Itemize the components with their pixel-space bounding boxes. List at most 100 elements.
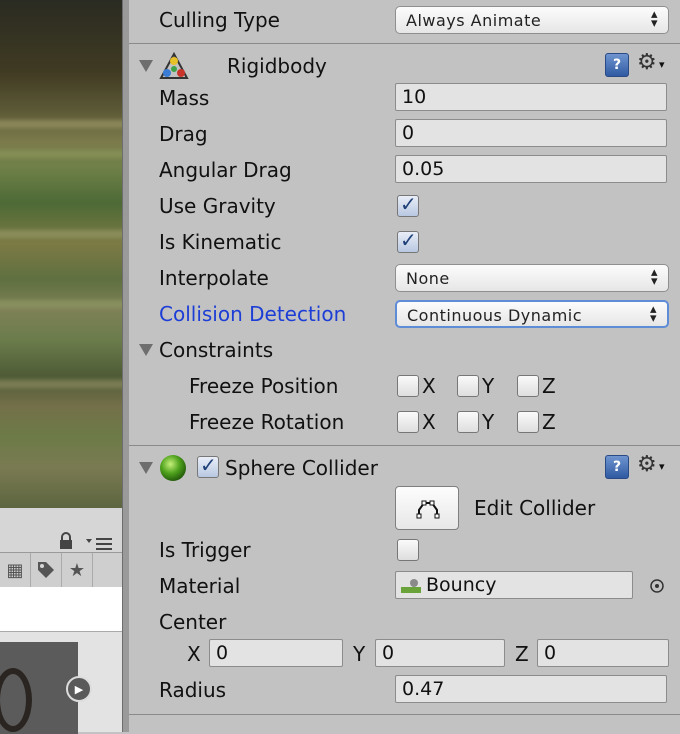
freeze-position-y-checkbox[interactable] bbox=[457, 375, 479, 397]
axis-z-label: Z bbox=[542, 410, 556, 434]
angular-drag-field[interactable]: 0.05 bbox=[395, 155, 667, 183]
constraints-row[interactable]: Constraints bbox=[129, 332, 680, 368]
tag-icon bbox=[38, 562, 54, 578]
play-icon[interactable]: ▶ bbox=[66, 676, 92, 702]
scene-terrain bbox=[0, 300, 122, 308]
object-picker-icon[interactable] bbox=[649, 578, 665, 594]
radius-field[interactable]: 0.47 bbox=[395, 675, 667, 703]
rigidbody-header[interactable]: Rigidbody ? ⚙ ▾ bbox=[129, 48, 680, 84]
culling-type-dropdown[interactable]: Always Animate ▴ ▾ bbox=[395, 6, 669, 34]
sphere-collider-title: Sphere Collider bbox=[225, 456, 378, 480]
is-kinematic-checkbox[interactable]: ✓ bbox=[397, 228, 419, 253]
help-book-icon[interactable]: ? bbox=[605, 53, 629, 77]
rigidbody-icon bbox=[159, 52, 189, 79]
culling-type-label: Culling Type bbox=[159, 8, 280, 32]
material-row: Material Bouncy bbox=[129, 568, 680, 604]
center-x-field[interactable]: 0 bbox=[209, 639, 343, 667]
interpolate-label: Interpolate bbox=[159, 266, 269, 290]
material-value: Bouncy bbox=[426, 574, 497, 596]
center-z-value: 0 bbox=[544, 642, 557, 664]
foldout-arrow-icon[interactable] bbox=[139, 344, 153, 356]
rigidbody-title: Rigidbody bbox=[227, 54, 327, 78]
material-label: Material bbox=[159, 574, 241, 598]
use-gravity-row: Use Gravity ✓ bbox=[129, 188, 680, 224]
favorites-star-icon[interactable]: ★ bbox=[62, 553, 93, 587]
angular-drag-row: Angular Drag 0.05 bbox=[129, 152, 680, 188]
freeze-rotation-x-checkbox[interactable] bbox=[397, 411, 419, 433]
chevron-down-icon: ▾ bbox=[659, 460, 665, 473]
collision-detection-dropdown[interactable]: Continuous Dynamic ▴ ▾ bbox=[395, 300, 669, 328]
center-y-label: Y bbox=[353, 642, 366, 666]
foldout-arrow-icon[interactable] bbox=[139, 462, 153, 474]
center-label: Center bbox=[159, 610, 227, 634]
center-x-value: 0 bbox=[216, 642, 229, 664]
collision-detection-row: Collision Detection Continuous Dynamic ▴… bbox=[129, 296, 680, 332]
angular-drag-label: Angular Drag bbox=[159, 158, 292, 182]
gear-icon[interactable]: ⚙ bbox=[637, 50, 657, 75]
center-values-row: X 0 Y 0 Z 0 bbox=[129, 636, 680, 672]
axis-x-label: X bbox=[422, 410, 436, 434]
material-field[interactable]: Bouncy bbox=[395, 571, 633, 599]
dropdown-arrows-icon: ▴ ▾ bbox=[650, 265, 658, 289]
separator bbox=[129, 714, 680, 715]
panel-splitter[interactable] bbox=[122, 0, 129, 732]
axis-x-label: X bbox=[422, 374, 436, 398]
label-tag-icon[interactable] bbox=[31, 553, 62, 587]
is-trigger-row: Is Trigger bbox=[129, 532, 680, 568]
radius-row: Radius 0.47 bbox=[129, 672, 680, 708]
ring-preview bbox=[0, 668, 32, 732]
foldout-arrow-icon[interactable] bbox=[139, 60, 153, 72]
mass-label: Mass bbox=[159, 86, 210, 110]
is-trigger-checkbox[interactable] bbox=[397, 539, 419, 561]
drag-label: Drag bbox=[159, 122, 208, 146]
sphere-collider-enabled-checkbox[interactable]: ✓ bbox=[197, 453, 219, 478]
project-search-area[interactable] bbox=[0, 587, 122, 632]
interpolate-row: Interpolate None ▴ ▾ bbox=[129, 260, 680, 296]
axis-z-label: Z bbox=[542, 374, 556, 398]
separator bbox=[129, 445, 680, 446]
center-row: Center bbox=[129, 604, 680, 640]
freeze-position-x-checkbox[interactable] bbox=[397, 375, 419, 397]
inspector-panel: Culling Type Always Animate ▴ ▾ Rigidbody… bbox=[129, 0, 680, 732]
interpolate-dropdown[interactable]: None ▴ ▾ bbox=[395, 264, 669, 292]
collision-detection-value: Continuous Dynamic bbox=[407, 306, 583, 325]
collision-detection-label: Collision Detection bbox=[159, 302, 347, 326]
dropdown-arrows-icon: ▴ ▾ bbox=[650, 7, 658, 31]
edit-collider-label: Edit Collider bbox=[474, 496, 596, 520]
is-trigger-label: Is Trigger bbox=[159, 538, 251, 562]
freeze-rotation-row: Freeze Rotation X Y Z bbox=[129, 404, 680, 440]
freeze-position-row: Freeze Position X Y Z bbox=[129, 368, 680, 404]
lock-icon[interactable] bbox=[58, 532, 74, 550]
drag-value: 0 bbox=[402, 122, 415, 144]
scene-terrain bbox=[0, 230, 122, 238]
drag-field[interactable]: 0 bbox=[395, 119, 667, 147]
dropdown-arrows-icon: ▴ ▾ bbox=[649, 302, 657, 326]
use-gravity-checkbox[interactable]: ✓ bbox=[397, 192, 419, 217]
culling-type-row: Culling Type Always Animate ▴ ▾ bbox=[129, 2, 680, 38]
chevron-down-icon: ▾ bbox=[659, 58, 665, 71]
edit-collider-icon bbox=[416, 500, 440, 519]
freeze-rotation-z-checkbox[interactable] bbox=[517, 411, 539, 433]
freeze-position-label: Freeze Position bbox=[189, 374, 339, 398]
gear-icon[interactable]: ⚙ bbox=[637, 452, 657, 477]
angular-drag-value: 0.05 bbox=[402, 158, 445, 180]
culling-type-value: Always Animate bbox=[406, 11, 542, 30]
scene-terrain bbox=[0, 380, 122, 388]
checkmark-icon: ✓ bbox=[200, 453, 217, 477]
help-book-icon[interactable]: ? bbox=[605, 455, 629, 479]
filter-type-icon[interactable]: ▦ bbox=[0, 553, 31, 587]
sphere-collider-header[interactable]: ✓ Sphere Collider ? ⚙ ▾ bbox=[129, 450, 680, 486]
freeze-position-z-checkbox[interactable] bbox=[517, 375, 539, 397]
center-y-field[interactable]: 0 bbox=[375, 639, 505, 667]
scene-terrain bbox=[0, 150, 122, 158]
panel-menu-icon[interactable] bbox=[86, 536, 114, 550]
center-z-field[interactable]: 0 bbox=[537, 639, 669, 667]
center-y-value: 0 bbox=[382, 642, 395, 664]
radius-value: 0.47 bbox=[402, 678, 445, 700]
mass-row: Mass 10 bbox=[129, 80, 680, 116]
scene-view[interactable] bbox=[0, 0, 122, 508]
edit-collider-button[interactable] bbox=[395, 486, 459, 530]
freeze-rotation-y-checkbox[interactable] bbox=[457, 411, 479, 433]
mass-field[interactable]: 10 bbox=[395, 83, 667, 111]
is-kinematic-label: Is Kinematic bbox=[159, 230, 282, 254]
